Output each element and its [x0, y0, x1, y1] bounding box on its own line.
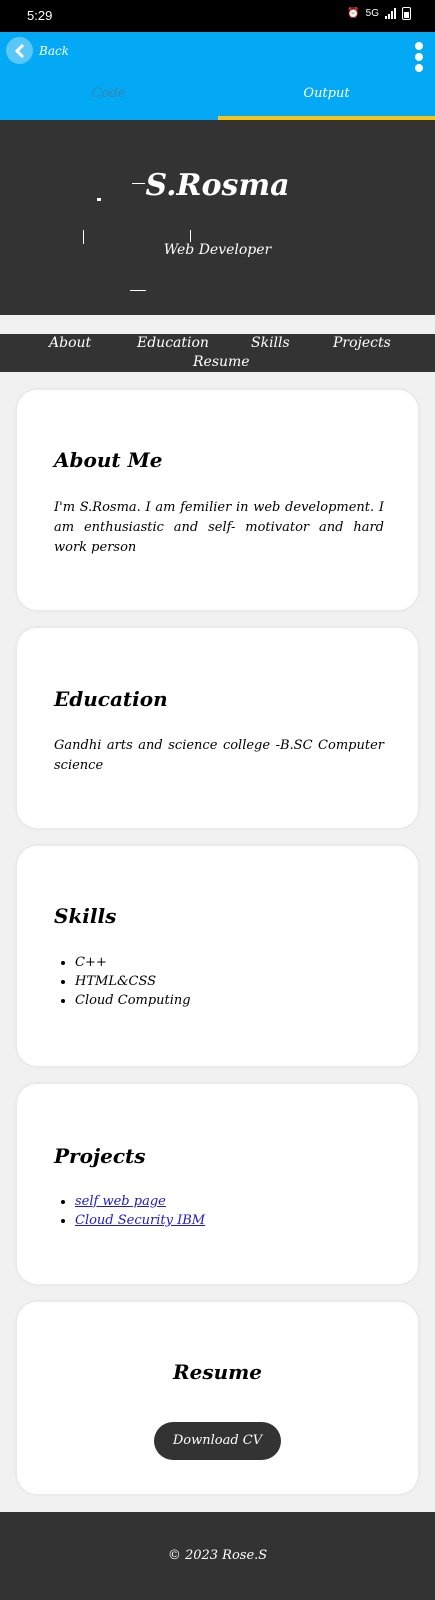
education-heading: Education — [54, 687, 168, 711]
chevron-left-icon — [6, 37, 33, 64]
nav-education[interactable]: Education — [137, 335, 209, 351]
tab-code[interactable]: Code — [0, 86, 217, 101]
projects-card: Projects self web page Cloud Security IB… — [17, 1084, 418, 1284]
signal-icon — [385, 8, 396, 19]
status-icons: ⏰ 5G — [347, 7, 411, 20]
footer: © 2023 Rose.S — [0, 1512, 435, 1600]
nav-resume[interactable]: Resume — [193, 354, 250, 370]
back-button[interactable]: Back — [6, 37, 69, 64]
nav-projects[interactable]: Projects — [333, 335, 391, 351]
hero-header: S.Rosma Web Developer — [0, 120, 435, 315]
list-item: Cloud Security IBM — [75, 1211, 205, 1230]
list-item: HTML&CSS — [75, 972, 191, 991]
section-nav: About Education Skills Projects Resume — [0, 334, 435, 372]
nav-about[interactable]: About — [49, 335, 91, 351]
education-text: Gandhi arts and science college -B.SC Co… — [54, 738, 384, 773]
back-label: Back — [39, 43, 69, 58]
battery-icon — [402, 7, 411, 20]
skills-card: Skills C++ HTML&CSS Cloud Computing — [17, 846, 418, 1066]
nav-skills[interactable]: Skills — [251, 335, 290, 351]
hero-title: Web Developer — [163, 242, 272, 258]
about-heading: About Me — [54, 448, 163, 472]
list-item: C++ — [75, 953, 191, 972]
status-time: 5:29 — [27, 8, 53, 23]
skills-heading: Skills — [54, 904, 117, 928]
app-bar: Back Code Output — [0, 32, 435, 120]
download-cv-button[interactable]: Download CV — [154, 1422, 281, 1460]
project-link-cloud-security[interactable]: Cloud Security IBM — [75, 1213, 205, 1228]
network-label: 5G — [365, 8, 379, 19]
skills-list: C++ HTML&CSS Cloud Computing — [54, 953, 191, 1010]
about-text: I'm S.Rosma. I am femilier in web develo… — [54, 500, 384, 555]
project-link-web-page[interactable]: self web page — [75, 1194, 166, 1209]
list-item: self web page — [75, 1192, 205, 1211]
projects-list: self web page Cloud Security IBM — [54, 1192, 205, 1230]
status-bar: 5:29 ⏰ 5G — [0, 0, 435, 32]
tab-output[interactable]: Output — [218, 86, 435, 101]
about-card: About Me I'm S.Rosma. I am femilier in w… — [17, 390, 418, 610]
education-card: Education Gandhi arts and science colleg… — [17, 628, 418, 828]
hero-name: S.Rosma — [145, 168, 290, 203]
resume-heading: Resume — [172, 1360, 263, 1384]
resume-card: Resume Download CV — [17, 1302, 418, 1494]
projects-heading: Projects — [54, 1144, 146, 1168]
more-options-icon[interactable] — [413, 42, 425, 72]
footer-copyright: © 2023 Rose.S — [167, 1548, 268, 1563]
list-item: Cloud Computing — [75, 991, 191, 1010]
alarm-icon: ⏰ — [347, 8, 360, 19]
